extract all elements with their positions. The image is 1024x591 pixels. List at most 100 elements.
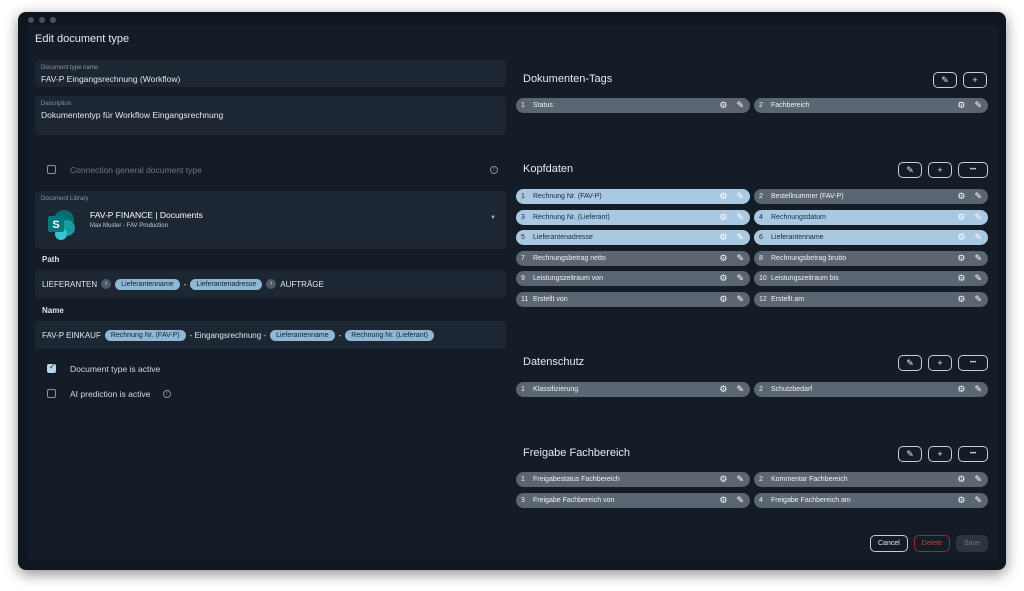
pencil-icon[interactable]: ✎ xyxy=(736,191,744,202)
gear-icon[interactable]: ⚙ xyxy=(719,474,727,485)
pencil-icon[interactable]: ✎ xyxy=(736,100,744,111)
pencil-icon[interactable]: ✎ xyxy=(974,191,982,202)
connection-checkbox[interactable] xyxy=(47,165,56,174)
tag-item[interactable]: 12 Erstellt am ⚙ ✎ xyxy=(754,292,988,307)
pencil-icon[interactable]: ✎ xyxy=(736,495,744,506)
pencil-icon[interactable]: ✎ xyxy=(736,294,744,305)
name-pill-rechnung-favp[interactable]: Rechnung Nr. (FAV-P) xyxy=(104,329,186,341)
edit-tags-button[interactable]: ✎ xyxy=(933,72,957,88)
pencil-icon[interactable]: ✎ xyxy=(974,212,982,223)
description-field[interactable]: Description Dokumententyp für Workflow E… xyxy=(35,96,506,135)
gear-icon[interactable]: ⚙ xyxy=(957,273,965,284)
name-pill-rechnung-lieferant[interactable]: Rechnung Nr. (Lieferant) xyxy=(345,329,434,341)
info-icon[interactable]: i xyxy=(163,390,171,398)
document-library-select[interactable]: Document Library S FAV-P FINANCE | Docum… xyxy=(35,191,506,249)
tag-item[interactable]: 11 Erstellt von ⚙ ✎ xyxy=(516,292,750,307)
cancel-button[interactable]: Cancel xyxy=(870,535,908,552)
pencil-icon[interactable]: ✎ xyxy=(974,495,982,506)
tag-item[interactable]: 1 Status ⚙ ✎ xyxy=(516,98,750,113)
tag-item[interactable]: 9 Leistungszeitraum von ⚙ ✎ xyxy=(516,271,750,287)
pencil-icon[interactable]: ✎ xyxy=(736,384,744,395)
pencil-icon[interactable]: ✎ xyxy=(736,273,744,284)
delete-button[interactable]: Delete xyxy=(913,535,951,552)
gear-icon[interactable]: ⚙ xyxy=(719,384,727,395)
pencil-icon[interactable]: ✎ xyxy=(974,100,982,111)
pencil-icon[interactable]: ✎ xyxy=(974,474,982,485)
gear-icon[interactable]: ⚙ xyxy=(957,495,965,506)
pencil-icon[interactable]: ✎ xyxy=(736,253,744,264)
gear-icon[interactable]: ⚙ xyxy=(957,253,965,264)
kopfdaten-actions: ✎ + ••• xyxy=(898,162,988,178)
edit-datenschutz-button[interactable]: ✎ xyxy=(898,355,922,371)
more-freigabe-button[interactable]: ••• xyxy=(958,446,988,462)
pencil-icon[interactable]: ✎ xyxy=(736,474,744,485)
pencil-icon[interactable]: ✎ xyxy=(736,212,744,223)
save-button[interactable]: Save xyxy=(956,535,988,552)
pencil-icon[interactable]: ✎ xyxy=(736,232,744,243)
tag-item[interactable]: 10 Leistungszeitraum bis ⚙ ✎ xyxy=(754,271,988,287)
name-builder[interactable]: FAV-P EINKAUF Rechnung Nr. (FAV-P) - Ein… xyxy=(35,321,506,349)
gear-icon[interactable]: ⚙ xyxy=(719,232,727,243)
edit-kopfdaten-button[interactable]: ✎ xyxy=(898,162,922,178)
path-label: Path xyxy=(42,255,60,264)
add-tag-button[interactable]: + xyxy=(963,72,987,88)
tag-item[interactable]: 2 Fachbereich ⚙ ✎ xyxy=(754,98,988,113)
name-pill-lieferantenname[interactable]: Lieferantenname xyxy=(270,329,335,341)
document-type-name-field[interactable]: Document type name FAV-P Eingangsrechnun… xyxy=(35,60,506,87)
tag-name: Rechnungsbetrag brutto xyxy=(771,254,847,262)
pencil-icon[interactable]: ✎ xyxy=(974,273,982,284)
gear-icon[interactable]: ⚙ xyxy=(957,474,965,485)
tag-item[interactable]: 1 Klassifizierung ⚙ ✎ xyxy=(516,382,750,397)
close-window-button[interactable] xyxy=(28,17,34,23)
edit-freigabe-button[interactable]: ✎ xyxy=(898,446,922,462)
tag-item[interactable]: 5 Lieferantenadresse ⚙ ✎ xyxy=(516,230,750,246)
gear-icon[interactable]: ⚙ xyxy=(719,212,727,223)
tag-name: Freigabestatus Fachbereich xyxy=(533,476,620,483)
gear-icon[interactable]: ⚙ xyxy=(719,294,727,305)
tag-item[interactable]: 2 Schutzbedarf ⚙ ✎ xyxy=(754,382,988,397)
minimize-window-button[interactable] xyxy=(39,17,45,23)
gear-icon[interactable]: ⚙ xyxy=(957,294,965,305)
document-library-label: Document Library xyxy=(41,196,89,202)
tag-item[interactable]: 1 Freigabestatus Fachbereich ⚙ ✎ xyxy=(516,472,750,487)
gear-icon[interactable]: ⚙ xyxy=(719,273,727,284)
gear-icon[interactable]: ⚙ xyxy=(719,191,727,202)
gear-icon[interactable]: ⚙ xyxy=(957,232,965,243)
path-builder[interactable]: LIEFERANTEN › Lieferantenname - Lieferan… xyxy=(35,270,506,298)
ai-prediction-checkbox[interactable] xyxy=(47,389,56,398)
gear-icon[interactable]: ⚙ xyxy=(719,253,727,264)
tag-item[interactable]: 1 Rechnung Nr. (FAV-P) ⚙ ✎ xyxy=(516,189,750,204)
pencil-icon[interactable]: ✎ xyxy=(974,253,982,264)
add-freigabe-button[interactable]: + xyxy=(928,446,952,462)
tag-item[interactable]: 2 Bestellnummer (FAV-P) ⚙ ✎ xyxy=(754,189,988,204)
add-kopfdaten-button[interactable]: + xyxy=(928,162,952,178)
pencil-icon[interactable]: ✎ xyxy=(974,232,982,243)
tag-number: 3 xyxy=(521,496,525,504)
tag-item[interactable]: 7 Rechnungsbetrag netto ⚙ ✎ xyxy=(516,250,750,266)
maximize-window-button[interactable] xyxy=(50,17,56,23)
more-datenschutz-button[interactable]: ••• xyxy=(958,355,988,371)
tag-item[interactable]: 4 Freigabe Fachbereich am ⚙ ✎ xyxy=(754,492,988,508)
tag-item[interactable]: 3 Rechnung Nr. (Lieferant) ⚙ ✎ xyxy=(516,209,750,225)
pencil-icon[interactable]: ✎ xyxy=(974,294,982,305)
path-pill-lieferantenadresse[interactable]: Lieferantenadresse xyxy=(190,278,263,290)
library-subtitle: Max Muster - FAV Production xyxy=(90,223,168,229)
document-type-active-checkbox[interactable] xyxy=(47,362,56,373)
pencil-icon[interactable]: ✎ xyxy=(974,384,982,395)
gear-icon[interactable]: ⚙ xyxy=(719,100,727,111)
gear-icon[interactable]: ⚙ xyxy=(957,384,965,395)
chevron-down-icon[interactable]: ▼ xyxy=(490,215,496,221)
gear-icon[interactable]: ⚙ xyxy=(719,495,727,506)
path-pill-lieferantenname[interactable]: Lieferantenname xyxy=(115,278,180,290)
gear-icon[interactable]: ⚙ xyxy=(957,100,965,111)
info-icon[interactable]: i xyxy=(490,166,498,174)
tag-item[interactable]: 3 Freigabe Fachbereich von ⚙ ✎ xyxy=(516,492,750,508)
tag-item[interactable]: 4 Rechnungsdatum ⚙ ✎ xyxy=(754,209,988,225)
tag-item[interactable]: 6 Lieferantenname ⚙ ✎ xyxy=(754,230,988,246)
gear-icon[interactable]: ⚙ xyxy=(957,212,965,223)
add-datenschutz-button[interactable]: + xyxy=(928,355,952,371)
tag-item[interactable]: 2 Kommentar Fachbereich ⚙ ✎ xyxy=(754,472,988,487)
more-kopfdaten-button[interactable]: ••• xyxy=(958,162,988,178)
gear-icon[interactable]: ⚙ xyxy=(957,191,965,202)
tag-item[interactable]: 8 Rechnungsbetrag brutto ⚙ ✎ xyxy=(754,250,988,266)
